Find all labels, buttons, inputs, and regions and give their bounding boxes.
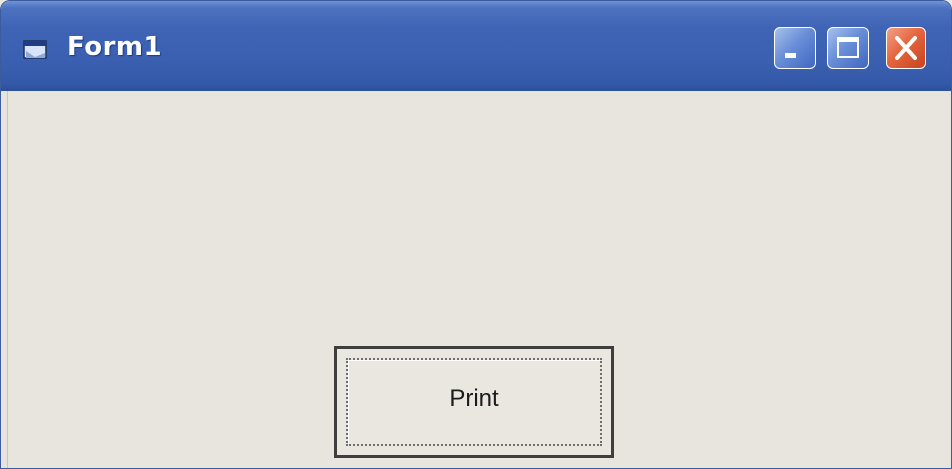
app-window-icon[interactable] [23,39,49,61]
print-button[interactable]: Print [334,346,614,458]
window-title: Form1 [67,32,163,62]
form-window: Form1 Print [0,0,952,469]
maximize-button[interactable] [827,27,869,69]
close-icon [895,36,917,60]
close-button[interactable] [886,27,926,69]
minimize-button[interactable] [774,27,816,69]
print-button-label: Print [449,385,499,412]
title-bar[interactable]: Form1 [1,1,951,91]
minimize-icon [785,53,796,58]
maximize-icon [837,37,859,58]
